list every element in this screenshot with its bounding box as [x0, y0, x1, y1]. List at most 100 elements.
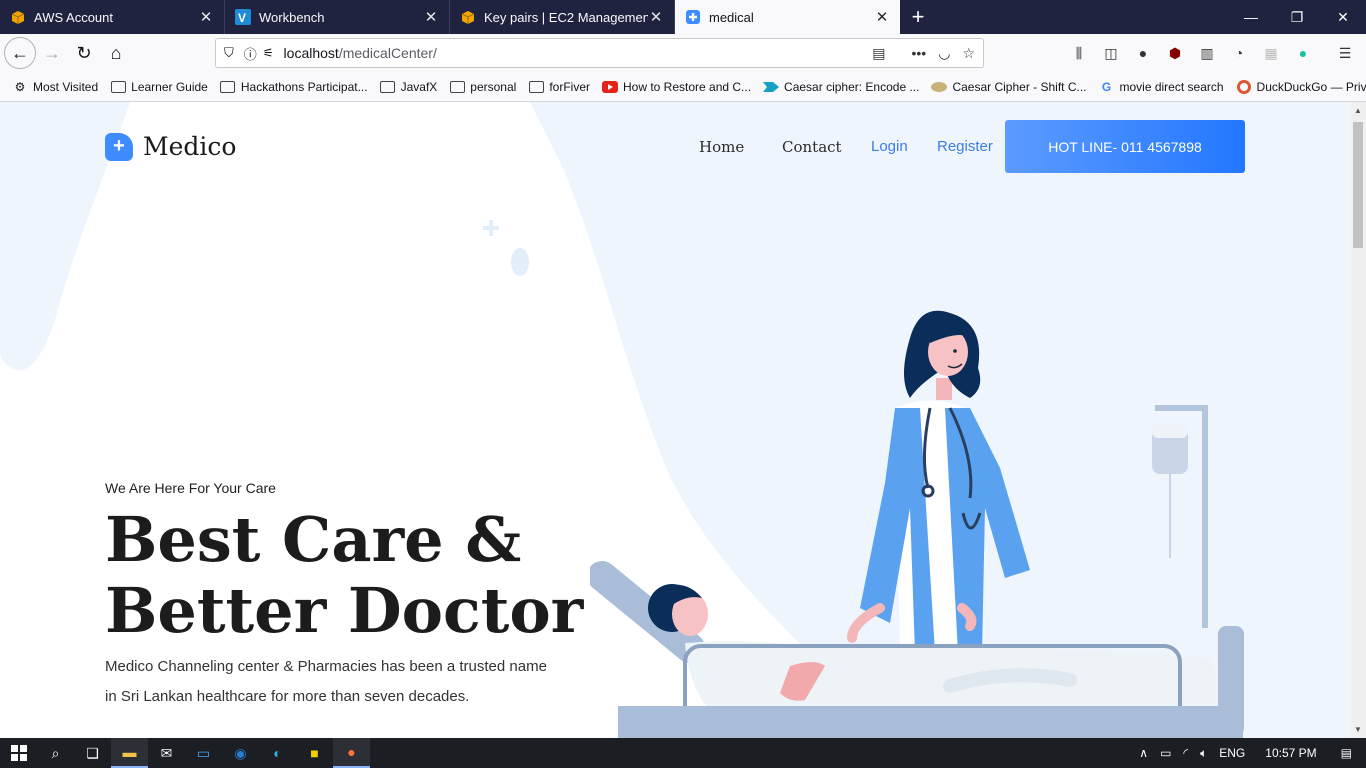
language-indicator[interactable]: ENG — [1219, 746, 1245, 760]
back-button[interactable]: ← — [4, 37, 36, 69]
bookmark-label: Most Visited — [33, 79, 99, 94]
battery-icon[interactable]: ▭ — [1160, 746, 1171, 760]
library-icon[interactable]: ⫼ — [1068, 42, 1090, 64]
clock[interactable]: 10:57 PM — [1265, 746, 1316, 760]
tab-workbench[interactable]: V Workbench ✕ — [225, 0, 450, 34]
edge-icon[interactable]: ◐ — [259, 738, 296, 768]
bookmark-item[interactable]: Caesar cipher: Encode ... — [763, 80, 919, 94]
medical-plus-icon — [685, 9, 701, 25]
info-icon[interactable]: ⓘ — [244, 44, 257, 63]
folder-icon — [380, 80, 396, 94]
file-explorer-icon[interactable]: ▬ — [111, 738, 148, 768]
mail-icon[interactable]: ✉ — [148, 738, 185, 768]
folder-icon — [220, 80, 236, 94]
folder-icon — [110, 80, 126, 94]
menu-icon[interactable]: ☰ — [1334, 42, 1356, 64]
nav-register[interactable]: Register — [937, 138, 993, 155]
permissions-icon[interactable]: ⚟ — [263, 46, 274, 60]
desktop-app-icon[interactable]: ▭ — [185, 738, 222, 768]
home-button[interactable]: ⌂ — [100, 37, 132, 69]
wifi-icon[interactable]: ◜ — [1183, 746, 1188, 760]
bookmark-label: personal — [470, 79, 517, 94]
bookmark-label: JavafX — [400, 79, 438, 94]
cipher-icon — [931, 80, 948, 94]
brand-logo[interactable]: + Medico — [105, 132, 236, 161]
tab-key-pairs[interactable]: Key pairs | EC2 Management C ✕ — [450, 0, 675, 34]
toolbar-extensions: ⫼ ◫ ● ⬢ ▥ ◔ ▦ ● ☰ — [1068, 34, 1356, 72]
account-icon[interactable]: ● — [1132, 42, 1154, 64]
task-view-icon[interactable]: ❏ — [74, 738, 111, 768]
navigation-toolbar: ← → ↻ ⌂ ⛉ ⓘ ⚟ localhost/medicalCenter/ ▤… — [0, 34, 1366, 72]
folder-icon — [449, 80, 465, 94]
scrollbar-thumb[interactable] — [1353, 122, 1363, 248]
bookmark-label: Hackathons Participat... — [240, 79, 368, 94]
sidebar-icon[interactable]: ◫ — [1100, 42, 1122, 64]
firefox-icon[interactable]: ● — [333, 738, 370, 768]
bookmark-label: How to Restore and C... — [622, 79, 752, 94]
bookmark-label: Learner Guide — [131, 79, 208, 94]
bookmark-item[interactable]: DuckDuckGo — Privac... — [1236, 79, 1366, 94]
url-bar-actions: ▤ ••• ◡ ☆ — [872, 45, 975, 62]
bookmarks-toolbar: ⚙ Most Visited Learner Guide Hackathons P… — [0, 72, 1366, 102]
headline-line-1: Best Care & — [105, 503, 522, 576]
close-icon[interactable]: ✕ — [648, 8, 664, 26]
nav-contact[interactable]: Contact — [782, 138, 842, 156]
ublock-icon[interactable]: ⬢ — [1164, 42, 1186, 64]
notifications-icon[interactable]: ▤ — [1341, 746, 1352, 760]
hotline-button[interactable]: HOT LINE- 011 4567898 — [1005, 120, 1245, 173]
extension-icon[interactable]: ◔ — [1228, 42, 1250, 64]
restore-icon[interactable]: ❐ — [1274, 0, 1320, 34]
url-path: /medicalCenter/ — [338, 45, 437, 61]
medical-plus-icon: + — [105, 132, 133, 161]
extension-icon[interactable]: ▦ — [1260, 42, 1282, 64]
volume-icon[interactable]: 🔈︎ — [1200, 746, 1207, 761]
hero-description: Medico Channeling center & Pharmacies ha… — [105, 652, 565, 712]
extension-icon[interactable]: ▥ — [1196, 42, 1218, 64]
hero-kicker: We Are Here For Your Care — [105, 480, 276, 496]
tab-title: medical — [709, 9, 754, 25]
outlook-icon[interactable]: ◉ — [222, 738, 259, 768]
aws-box-icon — [10, 9, 26, 25]
bookmark-item[interactable]: Caesar Cipher - Shift C... — [931, 80, 1087, 94]
url-bar[interactable]: ⛉ ⓘ ⚟ localhost/medicalCenter/ ▤ ••• ◡ ☆ — [215, 38, 984, 68]
grammarly-icon[interactable]: ● — [1292, 42, 1314, 64]
headline-line-2: Better Doctor — [105, 574, 584, 647]
bookmark-item[interactable]: forFiver — [528, 80, 590, 94]
sticky-notes-icon[interactable]: ■ — [296, 738, 333, 768]
shield-icon[interactable]: ⛉ — [224, 45, 234, 61]
description-line-1: Medico Channeling center & Pharmacies ha… — [105, 658, 547, 675]
bookmark-item[interactable]: JavafX — [380, 79, 438, 94]
forward-button[interactable]: → — [36, 37, 68, 69]
bookmark-item[interactable]: How to Restore and C... — [601, 79, 752, 94]
window-controls: — ❐ ✕ — [1228, 0, 1366, 34]
pocket-icon[interactable]: ◡ — [938, 45, 950, 62]
bookmark-item[interactable]: Learner Guide — [110, 80, 208, 94]
scroll-down-icon[interactable]: ▼ — [1350, 725, 1366, 734]
chevron-up-icon[interactable]: ∧ — [1139, 746, 1148, 760]
minimize-icon[interactable]: — — [1228, 0, 1274, 34]
reader-view-icon[interactable]: ▤ — [872, 45, 885, 62]
reload-button[interactable]: ↻ — [68, 37, 100, 69]
bookmark-item[interactable]: Gmovie direct search — [1099, 80, 1224, 94]
scroll-up-icon[interactable]: ▲ — [1350, 106, 1366, 115]
close-window-icon[interactable]: ✕ — [1320, 0, 1366, 34]
page-actions-icon[interactable]: ••• — [912, 45, 927, 62]
search-icon[interactable]: ⌕ — [37, 738, 74, 768]
tab-medical[interactable]: medical ✕ — [675, 0, 900, 34]
url-text[interactable]: localhost/medicalCenter/ — [284, 45, 437, 61]
system-tray: ∧ ▭ ◜ 🔈︎ ENG 10:57 PM ▤ — [1133, 738, 1366, 768]
close-icon[interactable]: ✕ — [198, 8, 214, 26]
close-icon[interactable]: ✕ — [423, 8, 439, 26]
bookmark-item[interactable]: Hackathons Participat... — [220, 80, 368, 94]
windows-start-icon[interactable] — [0, 738, 37, 768]
svg-text:V: V — [238, 11, 246, 25]
nav-login[interactable]: Login — [871, 138, 908, 155]
bookmark-star-icon[interactable]: ☆ — [962, 45, 975, 62]
bookmark-item[interactable]: personal — [449, 80, 516, 94]
nav-home[interactable]: Home — [699, 138, 744, 156]
close-icon[interactable]: ✕ — [874, 8, 890, 26]
new-tab-button[interactable]: + — [900, 0, 936, 34]
vertical-scrollbar[interactable]: ▲ ▼ — [1350, 102, 1366, 738]
tab-aws-account[interactable]: AWS Account ✕ — [0, 0, 225, 34]
bookmark-item[interactable]: ⚙ Most Visited — [12, 79, 99, 94]
